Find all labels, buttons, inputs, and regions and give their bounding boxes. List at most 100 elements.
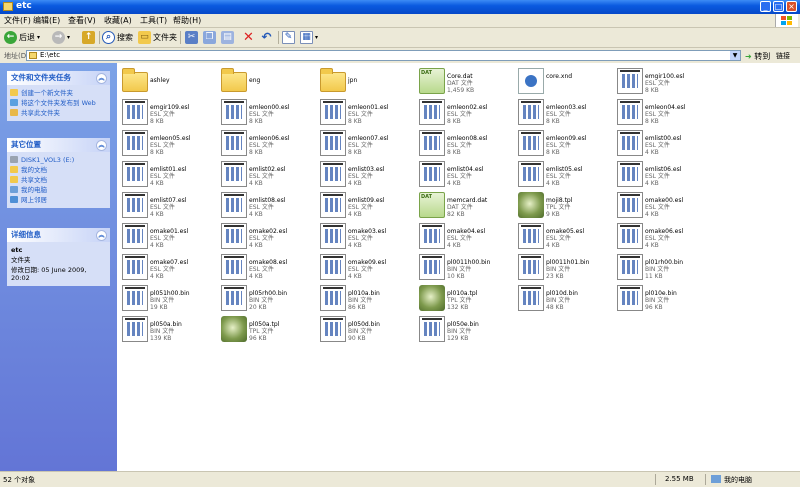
- file-item[interactable]: omake00.esl ESL 文件 4 KB: [614, 190, 712, 220]
- file-item[interactable]: omake06.esl ESL 文件 4 KB: [614, 221, 712, 251]
- file-item[interactable]: DAT memcard.dat DAT 文件 82 KB: [416, 190, 514, 220]
- file-item[interactable]: omake08.esl ESL 文件 4 KB: [218, 252, 316, 282]
- go-button[interactable]: ➜ 转到: [745, 51, 770, 62]
- collapse-icon[interactable]: ︽: [96, 230, 107, 241]
- file-item[interactable]: omake02.esl ESL 文件 4 KB: [218, 221, 316, 251]
- menu-file[interactable]: 文件(F): [4, 15, 31, 26]
- file-item[interactable]: emlist04.esl ESL 文件 4 KB: [416, 159, 514, 189]
- properties-button[interactable]: ✎: [282, 30, 295, 45]
- place-my-computer[interactable]: 我的电脑: [7, 185, 110, 195]
- tasks-panel-header[interactable]: 文件和文件夹任务 ︽: [7, 71, 110, 85]
- file-item[interactable]: emleon05.esl ESL 文件 8 KB: [119, 128, 217, 158]
- file-item[interactable]: emlist08.esl ESL 文件 4 KB: [218, 190, 316, 220]
- places-panel-header[interactable]: 其它位置 ︽: [7, 138, 110, 152]
- file-item[interactable]: emleon00.esl ESL 文件 8 KB: [218, 97, 316, 127]
- links-button[interactable]: 链接: [776, 51, 790, 61]
- place-network[interactable]: 网上邻居: [7, 195, 110, 205]
- file-item[interactable]: emleon03.esl ESL 文件 8 KB: [515, 97, 613, 127]
- file-item[interactable]: omake04.esl ESL 文件 4 KB: [416, 221, 514, 251]
- folder-item[interactable]: jpn: [317, 66, 415, 96]
- file-item[interactable]: emleon08.esl ESL 文件 8 KB: [416, 128, 514, 158]
- file-type: ESL 文件: [645, 173, 670, 180]
- file-item[interactable]: emlist02.esl ESL 文件 4 KB: [218, 159, 316, 189]
- file-item[interactable]: pl05rh00.bin BIN 文件 20 KB: [218, 283, 316, 313]
- file-item[interactable]: pl050e.bin BIN 文件 129 KB: [416, 314, 514, 344]
- file-item[interactable]: emlist03.esl ESL 文件 4 KB: [317, 159, 415, 189]
- file-item[interactable]: omake05.esl ESL 文件 4 KB: [515, 221, 613, 251]
- chevron-down-icon[interactable]: ▼: [730, 51, 740, 60]
- file-item[interactable]: emlist01.esl ESL 文件 4 KB: [119, 159, 217, 189]
- file-item[interactable]: pl050a.bin BIN 文件 139 KB: [119, 314, 217, 344]
- menu-help[interactable]: 帮助(H): [173, 15, 201, 26]
- details-panel-header[interactable]: 详细信息 ︽: [7, 228, 110, 242]
- file-item[interactable]: pl0011h00.bin BIN 文件 10 KB: [416, 252, 514, 282]
- menu-edit[interactable]: 编辑(E): [33, 15, 60, 26]
- folder-item[interactable]: eng: [218, 66, 316, 96]
- file-item[interactable]: emlist05.esl ESL 文件 4 KB: [515, 159, 613, 189]
- up-button[interactable]: ↑: [82, 30, 95, 45]
- copy-button[interactable]: ❐: [203, 30, 216, 45]
- file-item[interactable]: emleon07.esl ESL 文件 8 KB: [317, 128, 415, 158]
- file-item[interactable]: pl050d.bin BIN 文件 90 KB: [317, 314, 415, 344]
- forward-button[interactable]: → ▾: [52, 30, 70, 45]
- address-input[interactable]: E:\etc ▼: [26, 50, 741, 61]
- folder-icon: [122, 68, 148, 92]
- file-item[interactable]: emlist06.esl ESL 文件 4 KB: [614, 159, 712, 189]
- file-item[interactable]: emleon06.esl ESL 文件 8 KB: [218, 128, 316, 158]
- file-item[interactable]: pl050a.tpl TPL 文件 96 KB: [218, 314, 316, 344]
- minimize-button[interactable]: _: [760, 1, 771, 12]
- file-item[interactable]: pl010d.bin BIN 文件 48 KB: [515, 283, 613, 313]
- document-icon: [122, 254, 148, 280]
- file-item[interactable]: emleon01.esl ESL 文件 8 KB: [317, 97, 415, 127]
- views-button[interactable]: ▦ ▾: [300, 30, 318, 45]
- back-button[interactable]: ← 后退 ▾: [4, 30, 40, 45]
- file-item[interactable]: emgir109.esl ESL 文件 8 KB: [119, 97, 217, 127]
- file-item[interactable]: emleon04.esl ESL 文件 8 KB: [614, 97, 712, 127]
- file-item[interactable]: emlist07.esl ESL 文件 4 KB: [119, 190, 217, 220]
- menu-view[interactable]: 查看(V): [68, 15, 96, 26]
- go-label: 转到: [754, 52, 771, 61]
- file-item[interactable]: emlist00.esl ESL 文件 4 KB: [614, 128, 712, 158]
- task-publish-web[interactable]: 将这个文件夹发布到 Web: [7, 98, 110, 108]
- file-item[interactable]: pl051h00.bin BIN 文件 19 KB: [119, 283, 217, 313]
- folder-item[interactable]: ashley: [119, 66, 217, 96]
- menu-tools[interactable]: 工具(T): [140, 15, 167, 26]
- file-item[interactable]: omake09.esl ESL 文件 4 KB: [317, 252, 415, 282]
- folders-button[interactable]: ▭ 文件夹: [138, 30, 177, 45]
- file-item[interactable]: core.xnd: [515, 66, 613, 96]
- collapse-icon[interactable]: ︽: [96, 140, 107, 151]
- computer-icon: [711, 475, 721, 483]
- place-disk[interactable]: DISK1_VOL3 (E:): [7, 155, 110, 165]
- cut-button[interactable]: ✂: [185, 30, 198, 45]
- file-item[interactable]: omake01.esl ESL 文件 4 KB: [119, 221, 217, 251]
- close-button[interactable]: ×: [786, 1, 797, 12]
- folders-label: 文件夹: [153, 33, 177, 42]
- folders-icon: ▭: [138, 31, 151, 44]
- file-item[interactable]: pl010a.tpl TPL 文件 132 KB: [416, 283, 514, 313]
- file-item[interactable]: emleon02.esl ESL 文件 8 KB: [416, 97, 514, 127]
- file-item[interactable]: DAT Core.dat DAT 文件 1,459 KB: [416, 66, 514, 96]
- place-shared-documents[interactable]: 共享文档: [7, 175, 110, 185]
- file-item[interactable]: omake03.esl ESL 文件 4 KB: [317, 221, 415, 251]
- file-item[interactable]: emgir100.esl ESL 文件 8 KB: [614, 66, 712, 96]
- search-button[interactable]: ⌕ 搜索: [102, 30, 133, 45]
- menu-favorites[interactable]: 收藏(A): [104, 15, 132, 26]
- file-item[interactable]: pl010a.bin BIN 文件 86 KB: [317, 283, 415, 313]
- file-item[interactable]: pl0011h01.bin BIN 文件 23 KB: [515, 252, 613, 282]
- undo-button[interactable]: ↶: [260, 30, 273, 45]
- file-item[interactable]: pl010e.bin BIN 文件 96 KB: [614, 283, 712, 313]
- file-item[interactable]: emleon09.esl ESL 文件 8 KB: [515, 128, 613, 158]
- file-size: 132 KB: [447, 304, 469, 311]
- place-my-documents[interactable]: 我的文档: [7, 165, 110, 175]
- collapse-icon[interactable]: ︽: [96, 73, 107, 84]
- delete-button[interactable]: ✕: [242, 30, 255, 45]
- file-item[interactable]: emlist09.esl ESL 文件 4 KB: [317, 190, 415, 220]
- file-item[interactable]: pl01rh00.bin BIN 文件 11 KB: [614, 252, 712, 282]
- document-icon: [221, 285, 247, 311]
- task-new-folder[interactable]: 创建一个新文件夹: [7, 88, 110, 98]
- maximize-button[interactable]: □: [773, 1, 784, 12]
- file-item[interactable]: omake07.esl ESL 文件 4 KB: [119, 252, 217, 282]
- paste-button[interactable]: ▤: [221, 30, 234, 45]
- file-item[interactable]: moji8.tpl TPL 文件 9 KB: [515, 190, 613, 220]
- task-share-folder[interactable]: 共享此文件夹: [7, 108, 110, 118]
